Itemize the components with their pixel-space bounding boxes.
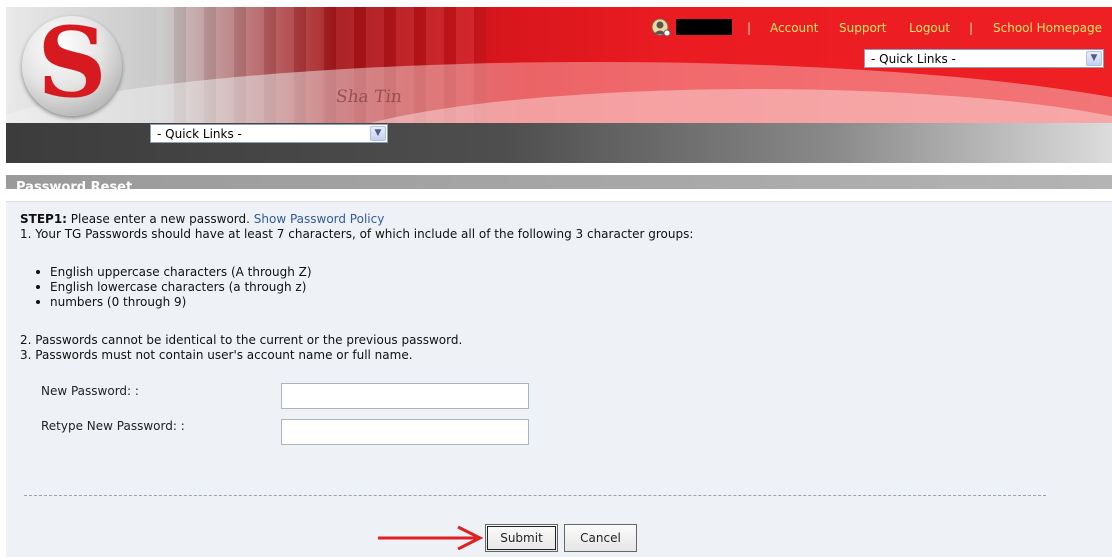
step-instructions: STEP1: Please enter a new password. Show… — [20, 212, 384, 226]
retype-password-field[interactable] — [281, 419, 529, 445]
new-password-field[interactable] — [281, 383, 529, 409]
chevron-down-icon[interactable]: ▼ — [370, 126, 386, 141]
rule-2: 2. Passwords cannot be identical to the … — [20, 333, 463, 347]
password-reset-panel: STEP1: Please enter a new password. Show… — [6, 201, 1112, 557]
school-logo[interactable]: S — [22, 8, 122, 118]
nav-separator: | — [747, 21, 752, 35]
rule-1: 1. Your TG Passwords should have at leas… — [20, 227, 694, 241]
section-header: Password Reset — [6, 175, 1112, 189]
quick-links-select[interactable]: - Quick Links - ▼ — [150, 124, 388, 143]
list-item: numbers (0 through 9) — [36, 295, 186, 309]
list-item: English lowercase characters (a through … — [36, 280, 306, 294]
support-link[interactable]: Support — [839, 21, 886, 35]
step-label: STEP1: — [20, 212, 67, 226]
retype-password-label: Retype New Password: : — [41, 419, 185, 433]
user-avatar-icon — [651, 18, 671, 37]
red-arrow-icon — [378, 525, 484, 550]
user-name — [676, 19, 732, 35]
school-homepage-link[interactable]: School Homepage — [993, 21, 1102, 35]
quick-links-selected: - Quick Links - — [157, 127, 242, 141]
cancel-button[interactable]: Cancel — [564, 524, 637, 552]
banner-building-text: Sha Tin — [334, 87, 404, 107]
list-item: English uppercase characters (A through … — [36, 265, 312, 279]
section-title: Password Reset — [16, 180, 133, 189]
divider — [24, 495, 1046, 496]
chevron-down-icon[interactable]: ▼ — [1086, 51, 1102, 66]
show-password-policy-link[interactable]: Show Password Policy — [254, 212, 385, 226]
nav-separator: | — [969, 21, 974, 35]
submit-button[interactable]: Submit — [485, 524, 558, 552]
new-password-label: New Password: : — [41, 384, 139, 398]
logout-link[interactable]: Logout — [909, 21, 950, 35]
step-text: Please enter a new password. — [66, 212, 254, 226]
account-link[interactable]: Account — [770, 21, 818, 35]
rule-3: 3. Passwords must not contain user's acc… — [20, 348, 413, 362]
quick-links-selected: - Quick Links - — [871, 52, 956, 66]
quick-links-select-top[interactable]: - Quick Links - ▼ — [864, 49, 1104, 68]
